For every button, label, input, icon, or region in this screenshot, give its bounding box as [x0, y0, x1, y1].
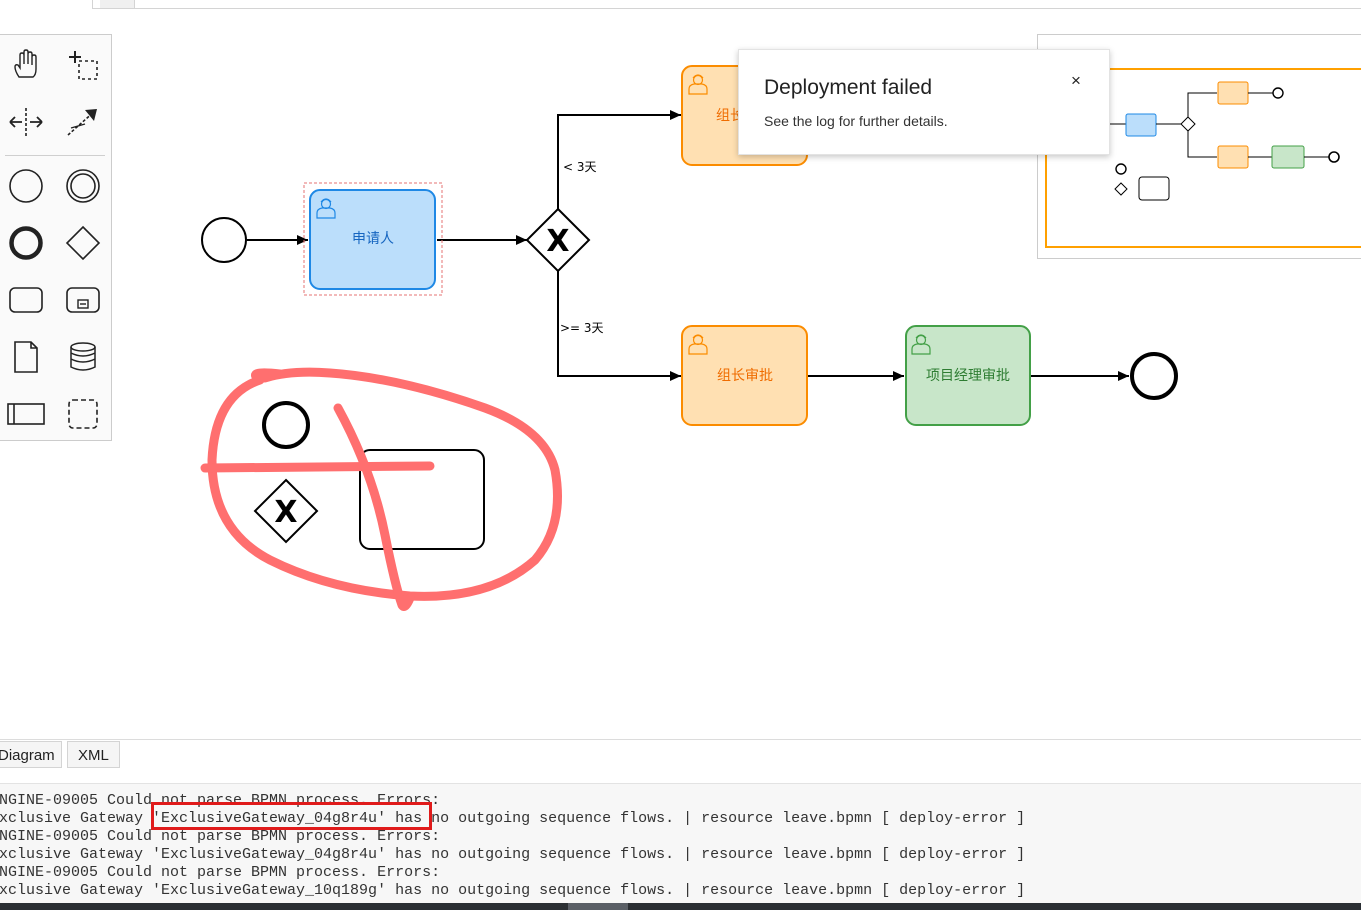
log-line: ENGINE-09005 Could not parse BPMN proces…: [0, 828, 441, 845]
orphan-gateway-x-icon: X: [274, 495, 297, 530]
palette-separator: [5, 155, 105, 156]
pool-icon[interactable]: [6, 394, 46, 434]
tool-palette: [0, 34, 112, 441]
edge-label-greater-equal[interactable]: >= 3天: [560, 321, 604, 335]
hand-tool-icon[interactable]: [6, 45, 46, 85]
task-applicant-label: 申请人: [352, 231, 394, 247]
notification-title: Deployment failed: [764, 76, 933, 99]
editor-tabs: Diagram XML: [0, 739, 1361, 782]
gateway-icon[interactable]: [63, 223, 103, 263]
group-icon[interactable]: [63, 394, 103, 434]
subprocess-icon[interactable]: [63, 280, 103, 320]
start-event-icon[interactable]: [6, 166, 46, 206]
scrollbar-thumb[interactable]: [568, 903, 628, 910]
close-icon[interactable]: ×: [1071, 71, 1081, 91]
lasso-tool-icon[interactable]: [63, 45, 103, 85]
task-pm-approval-label: 项目经理审批: [926, 368, 1010, 384]
data-object-icon[interactable]: [6, 337, 46, 377]
task-icon[interactable]: [6, 280, 46, 320]
end-event[interactable]: [1130, 352, 1178, 400]
notification-message: See the log for further details.: [764, 113, 948, 129]
error-highlight-box: [151, 802, 432, 830]
end-event-icon[interactable]: [6, 223, 46, 263]
log-line: ENGINE-09005 Could not parse BPMN proces…: [0, 864, 441, 881]
space-tool-icon[interactable]: [6, 102, 46, 142]
deployment-failed-notification: Deployment failed See the log for furthe…: [738, 49, 1110, 155]
task-leader-approval-label: 组长审批: [717, 368, 773, 384]
orphan-start-event[interactable]: [262, 401, 310, 449]
gateway-x-icon: X: [546, 224, 569, 259]
tab-xml[interactable]: XML: [67, 741, 120, 768]
global-connect-tool-icon[interactable]: [63, 102, 103, 142]
log-line: Exclusive Gateway 'ExclusiveGateway_04g8…: [0, 846, 1026, 863]
start-event[interactable]: [201, 217, 247, 263]
edge-label-less-than[interactable]: < 3天: [563, 160, 597, 174]
data-store-icon[interactable]: [63, 337, 103, 377]
status-bar: [0, 903, 1361, 910]
intermediate-event-icon[interactable]: [63, 166, 103, 206]
log-line: Exclusive Gateway 'ExclusiveGateway_10q1…: [0, 882, 1026, 899]
tab-diagram[interactable]: Diagram: [0, 741, 62, 768]
